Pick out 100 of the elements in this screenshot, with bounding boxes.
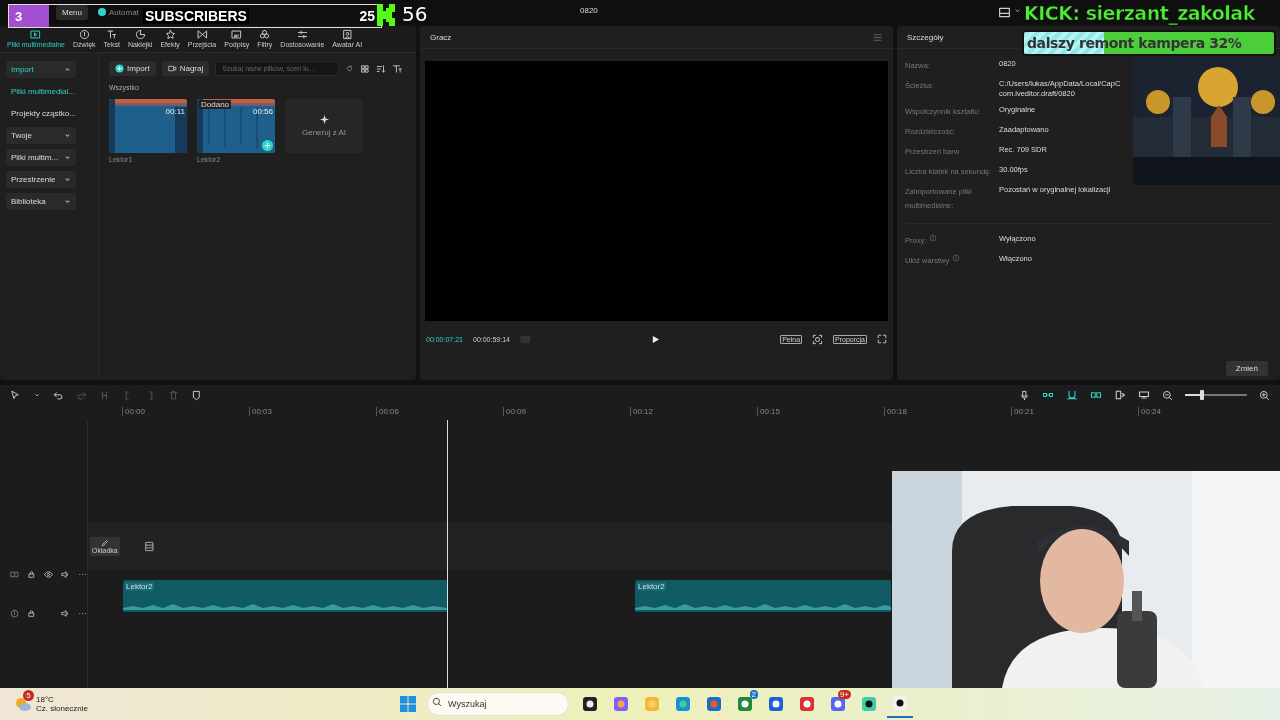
- weather-icon[interactable]: [14, 696, 32, 712]
- project-title: 0820: [580, 6, 598, 15]
- sidebar-item[interactable]: Biblioteka: [6, 193, 76, 210]
- folder-icon: [644, 696, 661, 712]
- preview-axis-icon[interactable]: [1114, 389, 1126, 401]
- lock-icon[interactable]: [27, 609, 36, 618]
- panel-title: Szczegóły: [907, 32, 944, 42]
- audio-thumbnail[interactable]: [197, 99, 275, 153]
- menu-icon[interactable]: [872, 31, 883, 43]
- sidebar-item[interactable]: Pliki multim...: [6, 149, 76, 166]
- chat-icon: [861, 696, 878, 712]
- captions-icon: [231, 29, 243, 40]
- refresh-icon[interactable]: [345, 64, 355, 73]
- eye-icon[interactable]: [44, 570, 53, 579]
- taskbar-app[interactable]: 2: [732, 690, 759, 718]
- film-icon[interactable]: [143, 540, 155, 552]
- microphone-icon[interactable]: [1019, 389, 1030, 401]
- caret-icon[interactable]: [1013, 6, 1022, 15]
- discord-icon: [830, 696, 847, 712]
- added-badge: Dodano: [199, 100, 232, 109]
- caret-icon: [64, 66, 71, 73]
- store-icon: [706, 696, 723, 712]
- ruler-label: 00:15: [757, 407, 781, 416]
- notification-badge: 5: [23, 690, 34, 701]
- sidebar-item[interactable]: Twoje: [6, 127, 76, 144]
- speaker-icon[interactable]: [61, 609, 70, 618]
- opera-icon: [799, 696, 816, 712]
- ruler-label: 00:24: [1138, 407, 1162, 416]
- pencil-icon: [100, 538, 109, 547]
- capcut-icon: [892, 695, 909, 711]
- caret-icon: [64, 198, 71, 205]
- undo-icon[interactable]: [53, 389, 64, 401]
- zoom-fit-icon[interactable]: [812, 333, 824, 345]
- notification-badge: 9+: [837, 690, 852, 699]
- check-icon: [98, 8, 106, 16]
- fullscreen-icon[interactable]: [877, 334, 887, 344]
- notification-badge: 2: [749, 690, 759, 699]
- ai-generate-card[interactable]: Generuj z AI: [285, 99, 363, 153]
- ruler-label: 00:06: [376, 407, 400, 416]
- change-button[interactable]: Zmień: [1225, 361, 1268, 376]
- edge-icon: [675, 696, 692, 712]
- sidebar-item[interactable]: Projekty cząstko...: [6, 105, 76, 122]
- xbox-icon: [737, 696, 754, 712]
- record-button[interactable]: Nagraj: [161, 61, 210, 76]
- magnet-icon[interactable]: [1066, 389, 1078, 401]
- camera-icon: [167, 64, 177, 73]
- duration-label: 00:11: [165, 107, 185, 116]
- bowtie-icon: [196, 29, 208, 40]
- panel-title: Gracz: [430, 32, 452, 42]
- pointer-icon[interactable]: [10, 389, 21, 401]
- zoom-in-icon[interactable]: [1259, 389, 1270, 401]
- sparkle-icon: [319, 115, 329, 124]
- marker-icon[interactable]: [191, 389, 202, 401]
- caret-icon[interactable]: [33, 391, 41, 399]
- filter-icon[interactable]: [392, 63, 403, 74]
- media-icon: [30, 29, 42, 40]
- zoom-out-icon[interactable]: [1162, 389, 1173, 401]
- audio-clip[interactable]: Lektor2: [635, 580, 891, 612]
- sort-icon[interactable]: [376, 63, 387, 74]
- video-track-icon[interactable]: [10, 570, 19, 579]
- audio-thumbnail[interactable]: [109, 99, 187, 153]
- plus-icon: [115, 64, 124, 73]
- play-button[interactable]: [651, 334, 661, 344]
- ruler-label: 00:21: [1011, 407, 1035, 416]
- start-icon[interactable]: [400, 696, 417, 712]
- filters-icon: [259, 29, 271, 40]
- ruler-label: 00:18: [884, 407, 908, 416]
- import-button[interactable]: Import: [109, 61, 156, 76]
- grid-view-icon[interactable]: [360, 63, 371, 74]
- temperature: 18°C: [36, 695, 55, 704]
- sidebar-item[interactable]: Przestrzenie: [6, 171, 76, 188]
- audio-clip[interactable]: Lektor2: [123, 580, 447, 612]
- text-icon: [106, 29, 118, 40]
- subscribers-label: SUBSCRIBERS: [143, 8, 249, 24]
- caret-icon: [64, 132, 71, 139]
- layout-icon[interactable]: [998, 6, 1011, 19]
- kick-channel-title: KICK: sierzant_zakolak: [1024, 2, 1255, 24]
- ruler-label: 00:03: [249, 407, 273, 416]
- caret-icon: [64, 176, 71, 183]
- k-logo-icon: [376, 4, 396, 26]
- caret-icon: [64, 154, 71, 161]
- ruler-label: 00:00: [122, 407, 146, 416]
- goal-count: 25: [359, 8, 375, 24]
- chain-icon[interactable]: [1090, 389, 1102, 401]
- sidebar-item[interactable]: Pliki multimedial...: [6, 83, 76, 100]
- fit-icon[interactable]: [1138, 389, 1150, 401]
- sticker-icon: [134, 29, 146, 40]
- weather-condition: Cz. słonecznie: [36, 704, 89, 713]
- duration-label: 00:56: [252, 107, 273, 116]
- taskbar-app[interactable]: 9+: [825, 690, 852, 718]
- editor-icon: [768, 696, 785, 712]
- ruler-label: 00:09: [503, 407, 527, 416]
- lock-icon[interactable]: [27, 570, 36, 579]
- autosave-status: Automat: [109, 7, 139, 17]
- slider-thumb[interactable]: [1199, 390, 1204, 400]
- add-icon[interactable]: [262, 140, 273, 151]
- task-view-icon: [582, 696, 599, 712]
- sidebar-item[interactable]: Import: [6, 61, 76, 78]
- speaker-icon[interactable]: [61, 570, 70, 579]
- copilot-icon: [613, 696, 630, 712]
